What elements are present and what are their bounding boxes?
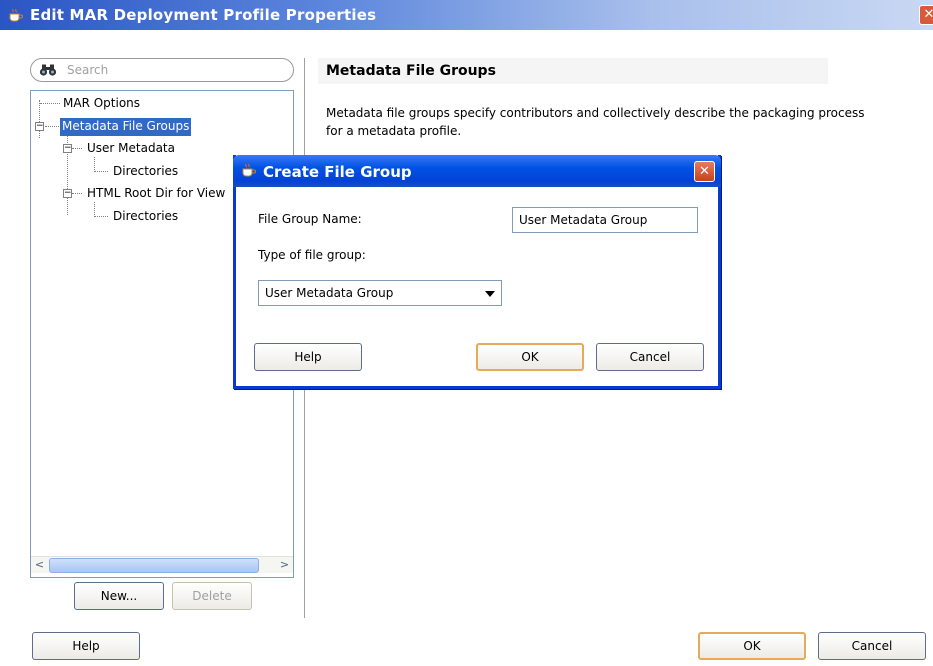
tree-connector <box>39 100 40 138</box>
collapse-icon[interactable]: − <box>35 122 44 131</box>
tree-connector <box>94 216 108 217</box>
cancel-button[interactable]: Cancel <box>818 632 926 660</box>
scroll-right-icon[interactable]: > <box>276 557 293 574</box>
close-icon[interactable]: ✕ <box>694 161 715 182</box>
section-description: Metadata file groups specify contributor… <box>326 104 906 140</box>
tree-item-user-metadata[interactable]: User Metadata <box>85 140 177 158</box>
tree-connector <box>94 157 95 172</box>
window-title: Edit MAR Deployment Profile Properties <box>30 6 377 24</box>
tree-item-metadata-file-groups[interactable]: Metadata File Groups <box>60 118 192 136</box>
file-group-name-field[interactable] <box>512 207 698 233</box>
tree-connector <box>94 171 108 172</box>
tree-item-directories[interactable]: Directories <box>111 208 180 226</box>
delete-button[interactable]: Delete <box>172 582 252 610</box>
section-title: Metadata File Groups <box>318 58 828 84</box>
java-cup-icon <box>8 8 24 22</box>
tree-item-html-root-dir[interactable]: HTML Root Dir for View <box>85 185 227 203</box>
scrollbar-thumb[interactable] <box>49 558 259 573</box>
help-button[interactable]: Help <box>32 632 140 660</box>
search-field[interactable] <box>30 58 294 82</box>
close-icon[interactable]: ✕ <box>919 5 933 25</box>
file-group-type-select[interactable]: User Metadata Group <box>258 280 502 306</box>
java-cup-icon <box>241 163 257 177</box>
dialog-ok-button[interactable]: OK <box>476 343 584 371</box>
new-button[interactable]: New... <box>74 582 164 610</box>
tree-connector <box>72 148 82 149</box>
file-group-type-label: Type of file group: <box>258 248 366 262</box>
binoculars-icon <box>39 63 57 77</box>
search-input[interactable] <box>67 62 287 78</box>
description-line: for a metadata profile. <box>326 124 462 138</box>
edit-mar-deployment-profile-window: Edit MAR Deployment Profile Properties ✕… <box>0 0 933 666</box>
file-group-name-label: File Group Name: <box>258 212 362 226</box>
description-line: Metadata file groups specify contributor… <box>326 106 865 120</box>
tree-connector <box>94 202 95 217</box>
dialog-title: Create File Group <box>263 163 412 181</box>
dialog-help-button[interactable]: Help <box>254 343 362 371</box>
tree-item-directories[interactable]: Directories <box>111 163 180 181</box>
selected-type-value: User Metadata Group <box>265 286 394 300</box>
ok-button[interactable]: OK <box>698 632 806 660</box>
horizontal-scrollbar[interactable]: < > <box>31 556 293 573</box>
create-file-group-dialog: Create File Group ✕ File Group Name: Typ… <box>233 155 721 389</box>
tree-connector <box>40 103 60 104</box>
dialog-titlebar[interactable]: Create File Group ✕ <box>233 155 721 187</box>
tree-connector <box>72 193 82 194</box>
scroll-left-icon[interactable]: < <box>31 557 48 574</box>
collapse-icon[interactable]: − <box>63 144 72 153</box>
tree-connector <box>45 126 59 127</box>
collapse-icon[interactable]: − <box>63 189 72 198</box>
dialog-cancel-button[interactable]: Cancel <box>596 343 704 371</box>
tree-item-mar-options[interactable]: MAR Options <box>61 95 142 113</box>
chevron-down-icon[interactable] <box>485 291 495 297</box>
window-titlebar[interactable]: Edit MAR Deployment Profile Properties ✕ <box>0 0 933 30</box>
